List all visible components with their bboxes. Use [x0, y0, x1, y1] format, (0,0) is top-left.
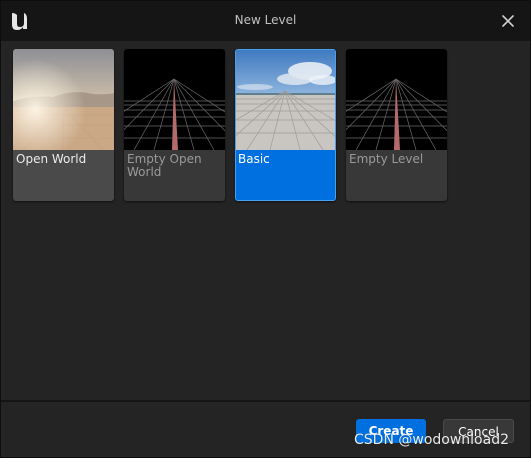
close-icon[interactable]	[499, 12, 517, 30]
template-tile-empty-level[interactable]: Empty Level	[346, 49, 447, 201]
template-grid: Open World Empty Open World Basic Empty …	[1, 41, 530, 400]
open-world-thumbnail	[13, 49, 114, 150]
template-tile-basic[interactable]: Basic	[235, 49, 336, 201]
dialog-title: New Level	[234, 13, 297, 27]
title-bar[interactable]: New Level	[1, 1, 530, 41]
watermark-text: CSDN @wodownload2	[354, 432, 509, 448]
empty-level-thumbnail	[346, 49, 447, 150]
dialog-footer: Create Cancel	[1, 402, 530, 457]
template-label: Empty Open World	[127, 152, 202, 179]
template-tile-empty-open-world[interactable]: Empty Open World	[124, 49, 225, 201]
basic-thumbnail	[236, 50, 335, 150]
new-level-dialog: New Level Open World Empty Open World Ba…	[0, 0, 531, 458]
template-label: Basic	[238, 152, 270, 166]
empty-open-world-thumbnail	[124, 49, 225, 150]
template-label: Empty Level	[349, 152, 424, 166]
template-tile-open-world[interactable]: Open World	[13, 49, 114, 201]
template-label: Open World	[16, 152, 87, 166]
